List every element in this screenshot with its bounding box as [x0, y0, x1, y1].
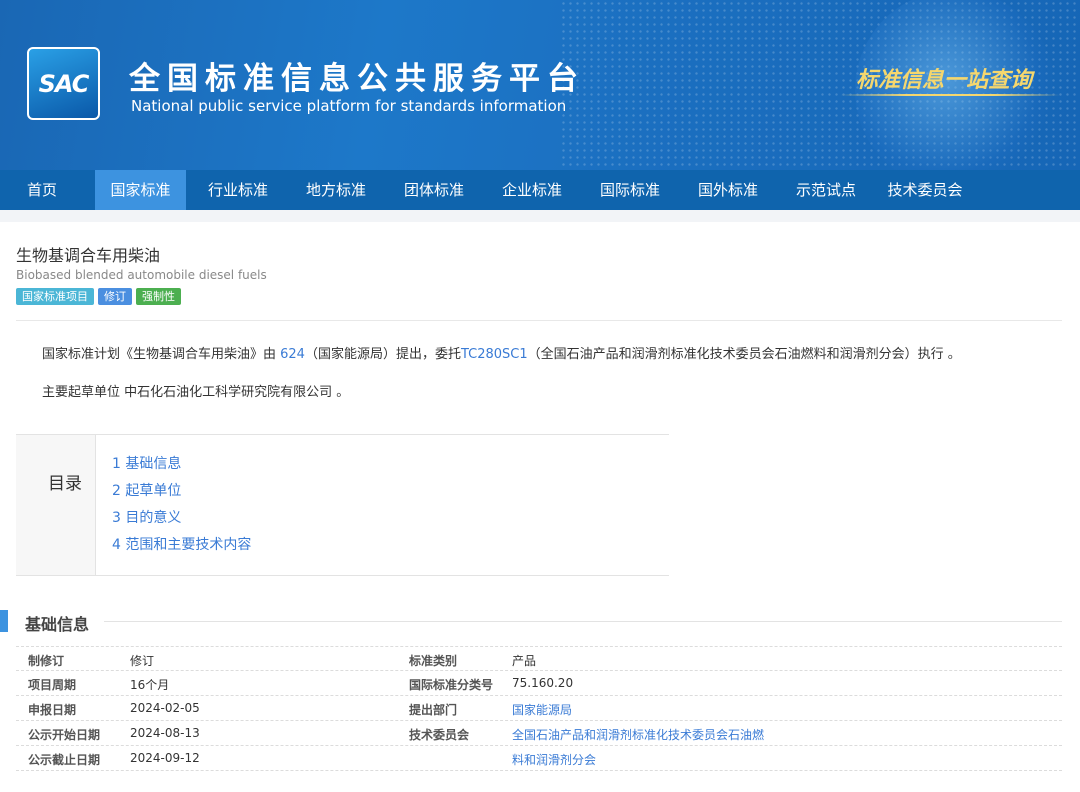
toc-item-scope[interactable]: 4 范围和主要技术内容	[112, 534, 251, 554]
nav-item-industry[interactable]: 行业标准	[200, 170, 276, 210]
info-label: 提出部门	[409, 703, 458, 717]
toc-label-box: 目录	[16, 435, 96, 575]
header-banner: SAC 全国标准信息公共服务平台 National public service…	[0, 0, 1080, 170]
nav-item-enterprise[interactable]: 企业标准	[494, 170, 570, 210]
info-label: 申报日期	[28, 703, 77, 717]
slogan: 标准信息一站查询	[856, 67, 1033, 93]
table-of-contents: 目录 1 基础信息 2 起草单位 3 目的意义 4 范围和主要技术内容	[16, 434, 669, 576]
committee-link[interactable]: TC280SC1	[461, 347, 528, 362]
nav-shadow-strip	[0, 210, 1080, 222]
section-accent-bar	[0, 610, 8, 632]
sac-logo[interactable]: SAC	[27, 47, 100, 120]
summary-text: 国家标准计划《生物基调合车用柴油》由	[42, 347, 281, 362]
info-row: 公示开始日期 2024-08-13 技术委员会 全国石油产品和润滑剂标准化技术委…	[16, 721, 1062, 746]
nav-item-group[interactable]: 团体标准	[396, 170, 472, 210]
summary-text: （国家能源局）提出，委托	[304, 347, 461, 362]
info-value: 产品	[512, 654, 537, 668]
info-row: 制修订 修订 标准类别 产品	[16, 646, 1062, 671]
committee-value-link-cont[interactable]: 料和润滑剂分会	[512, 751, 596, 768]
section-title: 基础信息	[25, 615, 90, 634]
logo-text: SAC	[38, 69, 90, 98]
drafting-unit-paragraph: 主要起草单位 中石化石油化工科学研究院有限公司 。	[42, 385, 350, 400]
nav-item-foreign[interactable]: 国外标准	[690, 170, 766, 210]
info-row: 项目周期 16个月 国际标准分类号 75.160.20	[16, 671, 1062, 696]
dept-value-link[interactable]: 国家能源局	[512, 701, 572, 718]
project-tags: 国家标准项目 修订 强制性	[16, 288, 181, 305]
nav-item-local[interactable]: 地方标准	[298, 170, 374, 210]
divider	[16, 320, 1062, 321]
toc-item-drafting-unit[interactable]: 2 起草单位	[112, 480, 181, 500]
info-row: 申报日期 2024-02-05 提出部门 国家能源局	[16, 696, 1062, 721]
nav-item-national[interactable]: 国家标准	[95, 170, 186, 210]
slogan-underline	[840, 94, 1060, 96]
nav-item-committee[interactable]: 技术委员会	[880, 170, 970, 210]
info-value: 修订	[130, 654, 155, 668]
section-divider	[104, 621, 1062, 622]
info-value: 75.160.20	[512, 676, 574, 690]
tag-revision: 修订	[98, 288, 132, 305]
info-label: 技术委员会	[409, 728, 470, 742]
info-value: 2024-08-13	[130, 726, 200, 740]
info-label: 公示开始日期	[28, 728, 101, 742]
info-value: 2024-02-05	[130, 701, 200, 715]
committee-value-link[interactable]: 全国石油产品和润滑剂标准化技术委员会石油燃	[512, 726, 764, 743]
summary-paragraph: 国家标准计划《生物基调合车用柴油》由 624（国家能源局）提出，委托TC280S…	[42, 343, 961, 362]
project-title-en: Biobased blended automobile diesel fuels	[16, 268, 267, 282]
main-nav: 首页 国家标准 行业标准 地方标准 团体标准 企业标准 国际标准 国外标准 示范…	[0, 170, 1080, 210]
info-label: 公示截止日期	[28, 753, 101, 767]
nav-item-international[interactable]: 国际标准	[592, 170, 668, 210]
info-label: 项目周期	[28, 678, 77, 692]
summary-text: （全国石油产品和润滑剂标准化技术委员会石油燃料和润滑剂分会）执行 。	[527, 347, 961, 362]
toc-item-basic-info[interactable]: 1 基础信息	[112, 453, 181, 473]
toc-label: 目录	[48, 474, 82, 494]
tag-mandatory: 强制性	[136, 288, 181, 305]
site-title: 全国标准信息公共服务平台	[129, 61, 585, 97]
info-label: 制修订	[28, 654, 65, 668]
tag-national-project: 国家标准项目	[16, 288, 94, 305]
info-row: 公示截止日期 2024-09-12 料和润滑剂分会	[16, 746, 1062, 771]
info-label: 标准类别	[409, 654, 458, 668]
info-value: 16个月	[130, 678, 170, 692]
project-title: 生物基调合车用柴油	[16, 246, 161, 265]
info-value: 2024-09-12	[130, 751, 200, 765]
nav-item-home[interactable]: 首页	[10, 170, 74, 210]
site-subtitle: National public service platform for sta…	[131, 97, 567, 115]
info-label: 国际标准分类号	[409, 678, 494, 692]
nav-item-pilot[interactable]: 示范试点	[788, 170, 864, 210]
dept-link[interactable]: 624	[280, 347, 305, 362]
toc-item-purpose[interactable]: 3 目的意义	[112, 507, 181, 527]
